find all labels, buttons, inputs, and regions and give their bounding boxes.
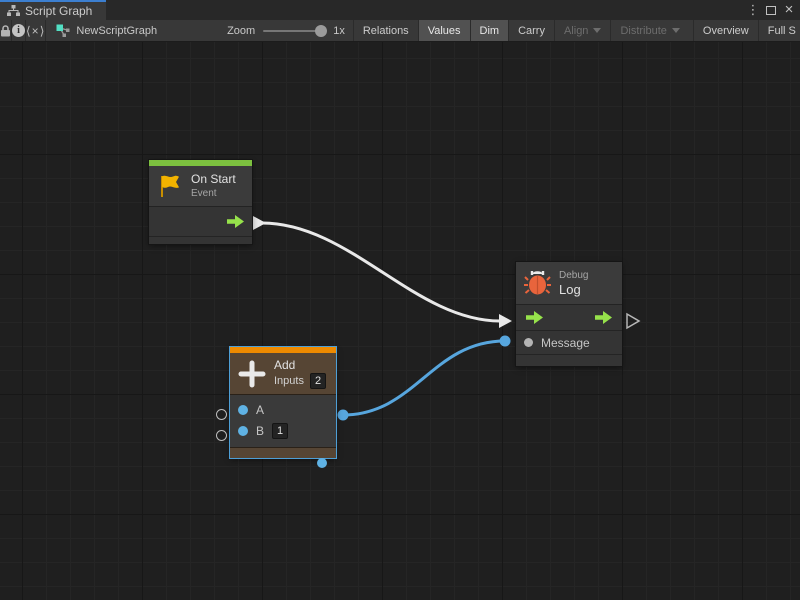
port-a-input[interactable]: [238, 405, 248, 415]
sum-output-port[interactable]: [317, 458, 327, 468]
port-b-value-field[interactable]: 1: [272, 423, 288, 439]
values-button[interactable]: Values: [418, 20, 470, 41]
relations-button[interactable]: Relations: [353, 20, 418, 41]
script-graph-window: Script Graph ⋮ × i ⟨×⟩: [0, 0, 800, 600]
node-debug-log[interactable]: Debug Log Message: [516, 262, 622, 366]
window-menu-icon[interactable]: ⋮: [746, 0, 760, 20]
zoom-slider[interactable]: [263, 30, 325, 32]
value-wire-start-dot: [338, 410, 349, 421]
add-ports-body: A B 1: [230, 395, 336, 447]
debug-flow-row: [516, 305, 622, 331]
chevron-down-icon: [593, 28, 601, 33]
overview-button[interactable]: Overview: [693, 20, 758, 41]
node-footer: [230, 447, 336, 458]
graph-name-button[interactable]: NewScriptGraph: [46, 20, 167, 41]
fullscreen-button[interactable]: Full S: [758, 20, 800, 41]
value-wire[interactable]: [343, 341, 505, 415]
graph-canvas[interactable]: On Start Event: [0, 42, 800, 600]
unconnected-port-hint-a: [216, 409, 227, 420]
lock-button[interactable]: [0, 20, 12, 41]
inputs-count-field[interactable]: 2: [310, 373, 326, 389]
graph-name-label: NewScriptGraph: [76, 25, 157, 37]
info-icon: i: [12, 24, 25, 37]
flow-continuation-icon: [627, 314, 639, 328]
zoom-label: Zoom: [227, 25, 255, 37]
node-title: Log: [559, 282, 588, 297]
port-a-label: A: [256, 403, 264, 417]
graph-asset-icon: [56, 24, 70, 38]
dim-button[interactable]: Dim: [470, 20, 509, 41]
tab-title: Script Graph: [25, 4, 92, 18]
flow-output-port[interactable]: [227, 215, 244, 228]
distribute-dropdown[interactable]: Distribute: [610, 20, 688, 41]
message-port-label: Message: [541, 336, 590, 350]
node-title: On Start: [191, 172, 236, 187]
node-on-start[interactable]: On Start Event: [149, 160, 252, 244]
flow-input-port[interactable]: [526, 311, 543, 324]
align-dropdown[interactable]: Align: [554, 20, 610, 41]
port-b-input[interactable]: [238, 426, 248, 436]
flow-wire-end-arrow: [499, 314, 512, 328]
message-input-port[interactable]: [524, 338, 533, 347]
flag-icon: [157, 173, 183, 199]
code-preview-button[interactable]: ⟨×⟩: [26, 20, 46, 41]
flow-wire-start-arrow: [253, 216, 266, 230]
node-title: Add: [274, 358, 326, 373]
graph-hierarchy-icon: [7, 5, 20, 17]
code-icon: ⟨×⟩: [26, 24, 45, 38]
zoom-value: 1x: [333, 25, 345, 37]
window-close-icon[interactable]: ×: [782, 0, 796, 20]
wire-layer: [0, 42, 800, 600]
title-bar: Script Graph ⋮ ×: [0, 0, 800, 20]
inputs-label: Inputs: [274, 375, 304, 388]
info-button[interactable]: i: [12, 20, 26, 41]
chevron-down-icon: [672, 28, 680, 33]
node-footer: [149, 237, 252, 244]
tab-script-graph[interactable]: Script Graph: [0, 0, 106, 20]
carry-button[interactable]: Carry: [508, 20, 554, 41]
debug-message-row: Message: [516, 331, 622, 355]
window-maximize-icon[interactable]: [766, 6, 776, 15]
lock-icon: [0, 25, 11, 37]
on-start-trigger-row: [149, 207, 252, 237]
flow-output-port[interactable]: [595, 311, 612, 324]
node-surtitle: Debug: [559, 269, 588, 282]
flow-wire[interactable]: [262, 223, 500, 321]
bug-icon: [524, 270, 551, 297]
node-footer: [516, 355, 622, 366]
unconnected-port-hint-b: [216, 430, 227, 441]
node-add[interactable]: Add Inputs 2 A B 1: [230, 347, 336, 458]
port-b-label: B: [256, 424, 264, 438]
node-subtitle: Event: [191, 187, 236, 200]
graph-toolbar: i ⟨×⟩ NewScriptGraph Zoom 1x Re: [0, 20, 800, 42]
plus-icon: [238, 360, 266, 388]
zoom-slider-thumb[interactable]: [315, 25, 327, 37]
value-wire-end-dot: [500, 336, 511, 347]
